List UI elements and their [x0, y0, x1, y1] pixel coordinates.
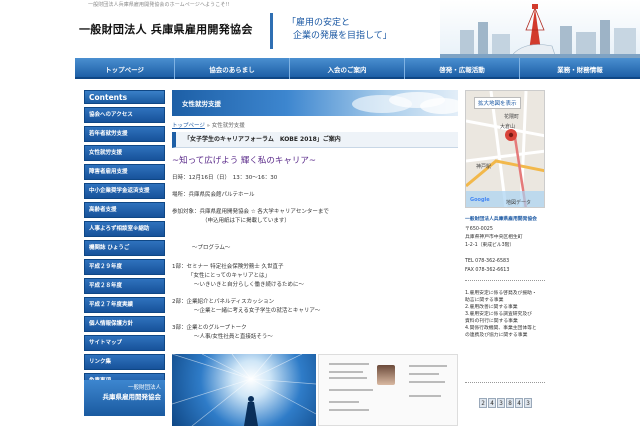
sidebar-item-journal[interactable]: 機関誌 ひょうご	[84, 240, 165, 256]
sidebar-item-privacy[interactable]: 個人情報保護方針	[84, 316, 165, 332]
nav-business-finance[interactable]: 業務・財務情報	[520, 58, 640, 79]
counter-digit: 4	[488, 398, 496, 408]
right-address-1: 兵庫県神戸市中央区相生町	[465, 235, 523, 240]
part1-title: 1部：セミナー 特定社会保険労務士 久世直子	[172, 264, 284, 270]
counter-digit: 4	[515, 398, 523, 408]
breadcrumb-current: 女性就労支援	[211, 123, 245, 129]
sidebar-item-disability-support[interactable]: 障害者雇用支援	[84, 164, 165, 180]
map-enlarge-link[interactable]: 拡大地図を表示	[474, 97, 521, 109]
right-fax: FAX 078-362-6613	[465, 268, 510, 273]
nav-top-page[interactable]: トップページ	[75, 58, 175, 79]
service-line: の連携及び協力に関する事業	[465, 333, 528, 338]
right-org-name: 一般財団法人兵庫県雇用開発協会	[465, 217, 537, 222]
slogan-line-2: 企業の発展を目指して」	[293, 31, 392, 41]
right-postal: 〒650-0025	[465, 227, 493, 232]
sidebar-item-h27[interactable]: 平成２７年度実績	[84, 297, 165, 313]
part2-title: 2部：企業紹介とパネルディスカッション	[172, 299, 275, 305]
sidebar-item-youth-support[interactable]: 若年者就労支援	[84, 126, 165, 142]
google-map[interactable]: 拡大地図を表示 花隈町 大倉山 神戸駅 Google 地図データ	[465, 90, 545, 208]
event-venue: 場所：兵庫県民会館パルテホール	[172, 192, 255, 198]
article-title: 「女子学生のキャリアフォーラム KOBE 2018」ご案内	[172, 132, 458, 148]
divider	[465, 382, 545, 383]
sidebar-footer-logo[interactable]: 一般財団法人 兵庫県雇用開発協会	[84, 380, 165, 416]
sidebar-item-access[interactable]: 協会へのアクセス	[84, 107, 165, 123]
event-date: 日時：12月16日（日） 13：30～16：30	[172, 175, 278, 181]
article-subtitle: ~知って広げよう 輝く私のキャリア~	[172, 156, 317, 166]
service-line: 4.関係行政機関、事業主団体等と	[465, 326, 537, 331]
service-line: 2.雇用改善に関する事業	[465, 305, 518, 310]
sidebar-footer-line-2: 兵庫県雇用開発協会	[102, 393, 162, 401]
breadcrumb: トップページ » 女性就労支援	[172, 121, 245, 129]
sidebar-item-links[interactable]: リンク集	[84, 354, 165, 370]
right-column: 拡大地図を表示 花隈町 大倉山 神戸駅 Google 地図データ 一般財団法人兵…	[465, 90, 545, 426]
part3-title: 3部：企業とのグループトーク	[172, 325, 247, 331]
sidebar-item-h29[interactable]: 平成２９年度	[84, 259, 165, 275]
section-title: 女性就労支援	[182, 100, 221, 108]
counter-digit: 2	[479, 398, 487, 408]
sidebar-item-h28[interactable]: 平成２８年度	[84, 278, 165, 294]
counter-digit: 8	[506, 398, 514, 408]
nav-publicity[interactable]: 啓発・広報活動	[405, 58, 520, 79]
map-label-okurayama: 大倉山	[500, 124, 516, 130]
event-poster-image[interactable]	[172, 354, 316, 426]
event-participants-note: （申込用紙は下に掲載しています）	[202, 218, 290, 224]
sidebar-item-senior-support[interactable]: 高齢者支援	[84, 202, 165, 218]
event-flyer-image[interactable]	[318, 354, 458, 426]
speaker-photo	[377, 365, 395, 385]
kobe-skyline-image	[440, 0, 640, 58]
top-navigation: トップページ 協会のあらまし 入会のご案内 啓発・広報活動 業務・財務情報	[75, 58, 640, 79]
map-label-kobe-station: 神戸駅	[476, 164, 492, 170]
part1-note: ～いきいきと自分らしく働き続けるために～	[194, 282, 305, 288]
sidebar-item-hr-consultation[interactable]: 人事よろず相談室※縮助	[84, 221, 165, 237]
header-slogan: 「雇用の安定と 企業の発展を目指して」	[270, 13, 420, 49]
services-list: 1.雇用安定に係る啓発及び援助・ 助言に関する事業 2.雇用改善に関する事業 3…	[465, 290, 545, 339]
map-label-hanakuma: 花隈町	[504, 114, 520, 120]
breadcrumb-home-link[interactable]: トップページ	[172, 123, 205, 129]
breadcrumb-separator: »	[206, 123, 211, 129]
sidebar-heading: Contents	[84, 90, 165, 104]
left-sidebar: Contents 協会へのアクセス 若年者就労支援 女性就労支援 障害者雇用支援…	[84, 90, 165, 426]
counter-digit: 3	[497, 398, 505, 408]
sidebar-item-women-support[interactable]: 女性就労支援	[84, 145, 165, 161]
nav-membership[interactable]: 入会のご案内	[290, 58, 405, 79]
part3-note: ～人事/女性社員と直接話そう～	[194, 334, 273, 340]
divider	[465, 280, 545, 281]
nav-about[interactable]: 協会のあらまし	[175, 58, 290, 79]
sidebar-footer-line-1: 一般財団法人	[127, 385, 161, 391]
service-line: 3.雇用安定に係る調査研究及び	[465, 312, 532, 317]
header-tagline: 一般財団法人兵庫県雇用開発協会のホームページへようこそ!!	[88, 2, 230, 8]
slogan-line-1: 「雇用の安定と	[287, 18, 351, 28]
part2-note: ～企業と一緒に考える女子学生の就活とキャリア～	[194, 308, 321, 314]
main-content: 女性就労支援 トップページ » 女性就労支援 「女子学生のキャリアフォーラム K…	[172, 90, 458, 426]
right-address-2: 1-2-1（東成ビル3階）	[465, 243, 515, 248]
site-header: 一般財団法人兵庫県雇用開発協会のホームページへようこそ!! 一般財団法人 兵庫県…	[0, 0, 640, 58]
sidebar-item-scholarship-support[interactable]: 中小企業奨学金返済支援	[84, 183, 165, 199]
google-logo: Google	[470, 197, 490, 203]
part1-subtitle: 「女性にとってのキャリアとは」	[188, 273, 270, 279]
map-data-label: 地図データ	[506, 200, 532, 206]
site-title[interactable]: 一般財団法人 兵庫県雇用開発協会	[79, 21, 253, 37]
event-participants: 参加対象：兵庫県雇用開発協会 ☆ 各大学キャリアセンターまで	[172, 209, 329, 215]
visitor-counter: 2 4 3 8 4 3	[479, 398, 532, 408]
service-line: 1.雇用安定に係る啓発及び援助・	[465, 291, 537, 296]
service-line: 資料の刊行に関する事業	[465, 319, 518, 324]
counter-digit: 3	[524, 398, 532, 408]
service-line: 助言に関する事業	[465, 298, 504, 303]
sidebar-item-sitemap[interactable]: サイトマップ	[84, 335, 165, 351]
right-tel: TEL 078-362-6583	[465, 259, 510, 264]
program-heading: ～プログラム～	[192, 245, 231, 251]
section-banner: 女性就労支援	[172, 90, 458, 116]
